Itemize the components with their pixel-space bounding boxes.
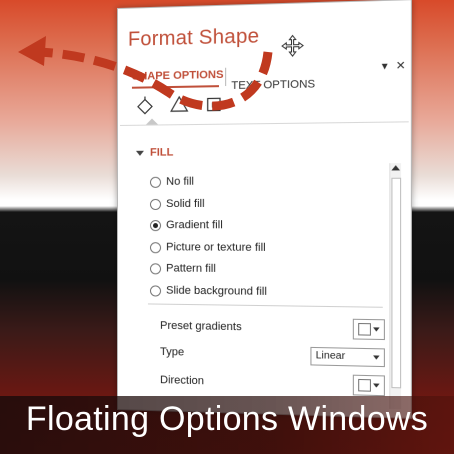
fill-section-header[interactable]: FILL [135,146,174,159]
pane-title: Format Shape [127,25,260,51]
radio-button[interactable] [149,198,162,210]
radio-label: No fill [166,175,194,188]
format-shape-pane[interactable]: Format Shape ▾ ✕ SHAPE OPTIONS TEXT OPTI… [117,0,412,419]
radio-label: Slide background fill [166,284,267,298]
radio-button[interactable] [149,284,162,297]
radio-button[interactable] [149,263,162,275]
direction-button[interactable] [352,374,385,397]
radio-label: Gradient fill [166,219,223,232]
scrollbar[interactable] [389,163,402,410]
shape-options-icons [132,93,244,125]
chevron-down-icon [373,383,380,388]
move-icon[interactable] [281,34,304,57]
radio-button[interactable] [149,241,162,253]
collapse-icon [135,150,144,156]
tab-text-options[interactable]: TEXT OPTIONS [231,78,315,92]
fill-section-label: FILL [149,146,174,159]
radio-label: Pattern fill [166,262,216,275]
preset-gradients-button[interactable] [352,318,385,341]
close-icon[interactable]: ✕ [396,59,406,73]
tab-shape-options[interactable]: SHAPE OPTIONS [132,69,224,83]
radio-button[interactable] [149,176,162,188]
tab-separator [225,67,227,87]
radio-label: Picture or texture fill [166,240,266,254]
fill-line-icon[interactable] [134,94,156,116]
active-tab-indicator [131,85,219,89]
direction-label: Direction [160,374,205,388]
type-value: Linear [315,350,346,363]
preset-gradients-label: Preset gradients [160,319,242,334]
radio-label: Solid fill [166,197,205,210]
scroll-up-icon[interactable] [391,165,401,171]
size-properties-icon[interactable] [203,93,226,116]
chevron-down-icon [373,327,380,332]
scroll-thumb[interactable] [391,177,402,389]
gradient-swatch [358,322,371,336]
chevron-down-icon [373,355,380,360]
type-label: Type [160,345,185,359]
divider [147,303,383,308]
type-select[interactable]: Linear [310,346,385,368]
pane-options-dropdown[interactable]: ▾ [382,59,388,73]
caption: Floating Options Windows [25,400,429,438]
radio-button-selected[interactable] [149,220,162,232]
effects-icon[interactable] [168,94,190,117]
direction-swatch [358,378,371,392]
